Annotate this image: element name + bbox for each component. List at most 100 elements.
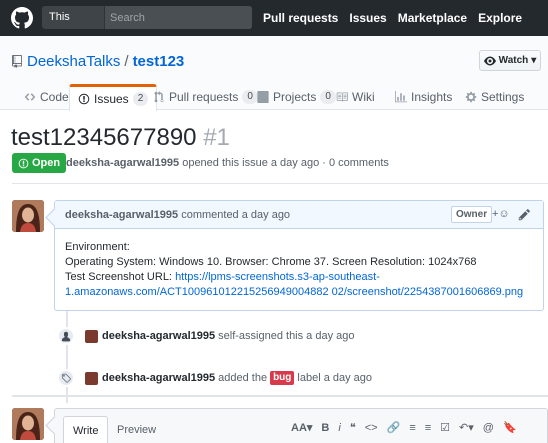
top-nav: Pull requests Issues Marketplace Explore	[263, 0, 533, 36]
tab-label: Insights	[411, 90, 453, 104]
user-avatar-icon	[12, 200, 44, 232]
repo-owner-link[interactable]: DeekshaTalks	[27, 53, 120, 70]
chevron-down-icon: ▾	[531, 55, 537, 66]
tab-pull-requests[interactable]: Pull requests 0	[153, 84, 258, 110]
write-tab[interactable]: Write	[63, 416, 109, 443]
nav-pull-requests[interactable]: Pull requests	[263, 11, 338, 25]
nav-explore[interactable]: Explore	[478, 11, 522, 25]
unordered-list-icon[interactable]: ≡	[409, 422, 415, 434]
event-text: label a day ago	[297, 372, 373, 384]
nav-marketplace[interactable]: Marketplace	[398, 11, 467, 25]
eye-icon	[483, 56, 496, 65]
tab-wiki[interactable]: Wiki	[336, 84, 375, 110]
tab-label: Projects	[273, 90, 317, 104]
owner-label: Owner	[451, 206, 493, 223]
repo-tabs: Code Issues 2 Pull requests 0 Projects 0…	[0, 84, 548, 111]
pr-counter: 0	[242, 90, 258, 104]
timeline-event-labeled: deeksha-agarwal1995 added the bug label …	[57, 367, 547, 389]
issues-counter: 2	[132, 92, 149, 106]
gear-icon	[465, 91, 477, 103]
comment-url-label: Test Screenshot URL:	[65, 271, 176, 283]
add-reaction-icon[interactable]: +☺	[492, 208, 510, 220]
issue-author-link[interactable]: deeksha-agarwal1995	[66, 157, 179, 169]
tab-label: Issues	[94, 92, 129, 106]
link-icon[interactable]: 🔗	[387, 421, 401, 434]
project-icon	[257, 91, 269, 103]
github-logo-icon[interactable]	[11, 7, 33, 29]
search-bar: This repository	[42, 6, 252, 29]
issue-comment: deeksha-agarwal1995 commented a day ago …	[54, 200, 544, 311]
issue-icon	[78, 93, 90, 105]
issue-number: #1	[203, 124, 230, 151]
event-text: self-assigned this a day ago	[218, 330, 355, 342]
nav-issues[interactable]: Issues	[349, 11, 386, 25]
bug-label[interactable]: bug	[270, 371, 295, 385]
event-user-link[interactable]: deeksha-agarwal1995	[102, 330, 215, 342]
issue-open-icon	[18, 158, 29, 168]
repo-path-separator: /	[124, 53, 129, 70]
repo-name-link[interactable]: test123	[133, 53, 185, 70]
bold-icon[interactable]: B	[321, 422, 329, 434]
mention-icon[interactable]: @	[483, 422, 494, 434]
quote-icon[interactable]: ❝	[350, 421, 356, 434]
comment-author-link[interactable]: deeksha-agarwal1995	[65, 209, 178, 221]
reply-icon[interactable]: ↶▾	[459, 421, 474, 434]
person-icon	[57, 327, 75, 345]
screenshot-link[interactable]: https://lpms-screenshots.s3-ap-southeast…	[175, 271, 380, 283]
markdown-toolbar: AA▾ B i ❝ <> 🔗 ≡ ≡ ☑ ↶▾ @ 🔖	[291, 421, 517, 435]
header-text-icon[interactable]: AA▾	[291, 421, 312, 434]
tab-projects[interactable]: Projects 0	[257, 84, 336, 110]
screenshot-link-cont[interactable]: 1.amazonaws.com/ACT100961012215256949004…	[65, 286, 523, 298]
comment-header: deeksha-agarwal1995 commented a day ago …	[55, 201, 543, 229]
tab-issues[interactable]: Issues 2	[69, 84, 158, 111]
repo-header: DeekshaTalks / test123 Watch ▾ Code Issu…	[0, 36, 548, 111]
new-comment-editor: Write Preview AA▾ B i ❝ <> 🔗 ≡ ≡ ☑ ↶▾ @ …	[54, 408, 548, 443]
comment-time[interactable]: commented a day ago	[181, 209, 290, 221]
book-icon	[336, 92, 348, 102]
tab-label: Pull requests	[169, 90, 239, 104]
event-text: added the	[218, 372, 268, 384]
code-icon[interactable]: <>	[365, 422, 378, 434]
tab-label: Code	[40, 90, 69, 104]
issue-title-text: test12345677890	[11, 124, 197, 151]
task-list-icon[interactable]: ☑	[440, 421, 450, 434]
search-scope-label: This repository	[42, 6, 105, 29]
comment-body: Environment: Operating System: Windows 1…	[55, 229, 543, 311]
code-icon	[24, 93, 36, 101]
graph-icon	[395, 91, 407, 103]
issue-title: test12345677890 #1	[11, 124, 230, 152]
comment-line: Operating System: Windows 10. Browser: C…	[65, 256, 477, 268]
preview-tab[interactable]: Preview	[108, 416, 165, 443]
bookmark-icon[interactable]: 🔖	[503, 421, 517, 434]
comment-line: 1.amazonaws.com/ACT100961012215256949004…	[65, 285, 533, 300]
issue-meta-text: opened this issue a day ago · 0 comments	[182, 157, 389, 169]
search-input[interactable]	[105, 6, 252, 29]
pull-request-icon	[154, 91, 164, 103]
tab-settings[interactable]: Settings	[465, 84, 524, 110]
italic-icon[interactable]: i	[338, 422, 340, 434]
issue-state-badge: Open	[12, 153, 67, 173]
timeline-divider	[12, 395, 548, 397]
projects-counter: 0	[320, 90, 336, 104]
pencil-icon[interactable]	[518, 208, 531, 221]
watch-button[interactable]: Watch ▾	[479, 50, 541, 71]
ordered-list-icon[interactable]: ≡	[425, 422, 431, 434]
issue-meta: deeksha-agarwal1995 opened this issue a …	[66, 157, 389, 169]
tab-insights[interactable]: Insights	[395, 84, 452, 110]
mini-avatar[interactable]	[85, 329, 98, 343]
user-avatar-icon	[12, 408, 44, 440]
repo-icon	[12, 55, 22, 68]
mini-avatar[interactable]	[85, 371, 98, 385]
comment-line: Test Screenshot URL: https://lpms-screen…	[65, 270, 533, 285]
timeline-event-assigned: deeksha-agarwal1995 self-assigned this a…	[57, 325, 547, 347]
tab-label: Settings	[481, 90, 525, 104]
issue-state-label: Open	[32, 157, 61, 169]
tab-code[interactable]: Code	[24, 84, 69, 110]
avatar[interactable]	[12, 200, 44, 232]
event-user-link[interactable]: deeksha-agarwal1995	[102, 372, 215, 384]
header-divider	[12, 183, 548, 184]
avatar[interactable]	[12, 408, 44, 440]
comment-line: Environment:	[65, 241, 130, 253]
global-header: This repository Pull requests Issues Mar…	[0, 0, 548, 36]
tab-label: Wiki	[352, 90, 375, 104]
